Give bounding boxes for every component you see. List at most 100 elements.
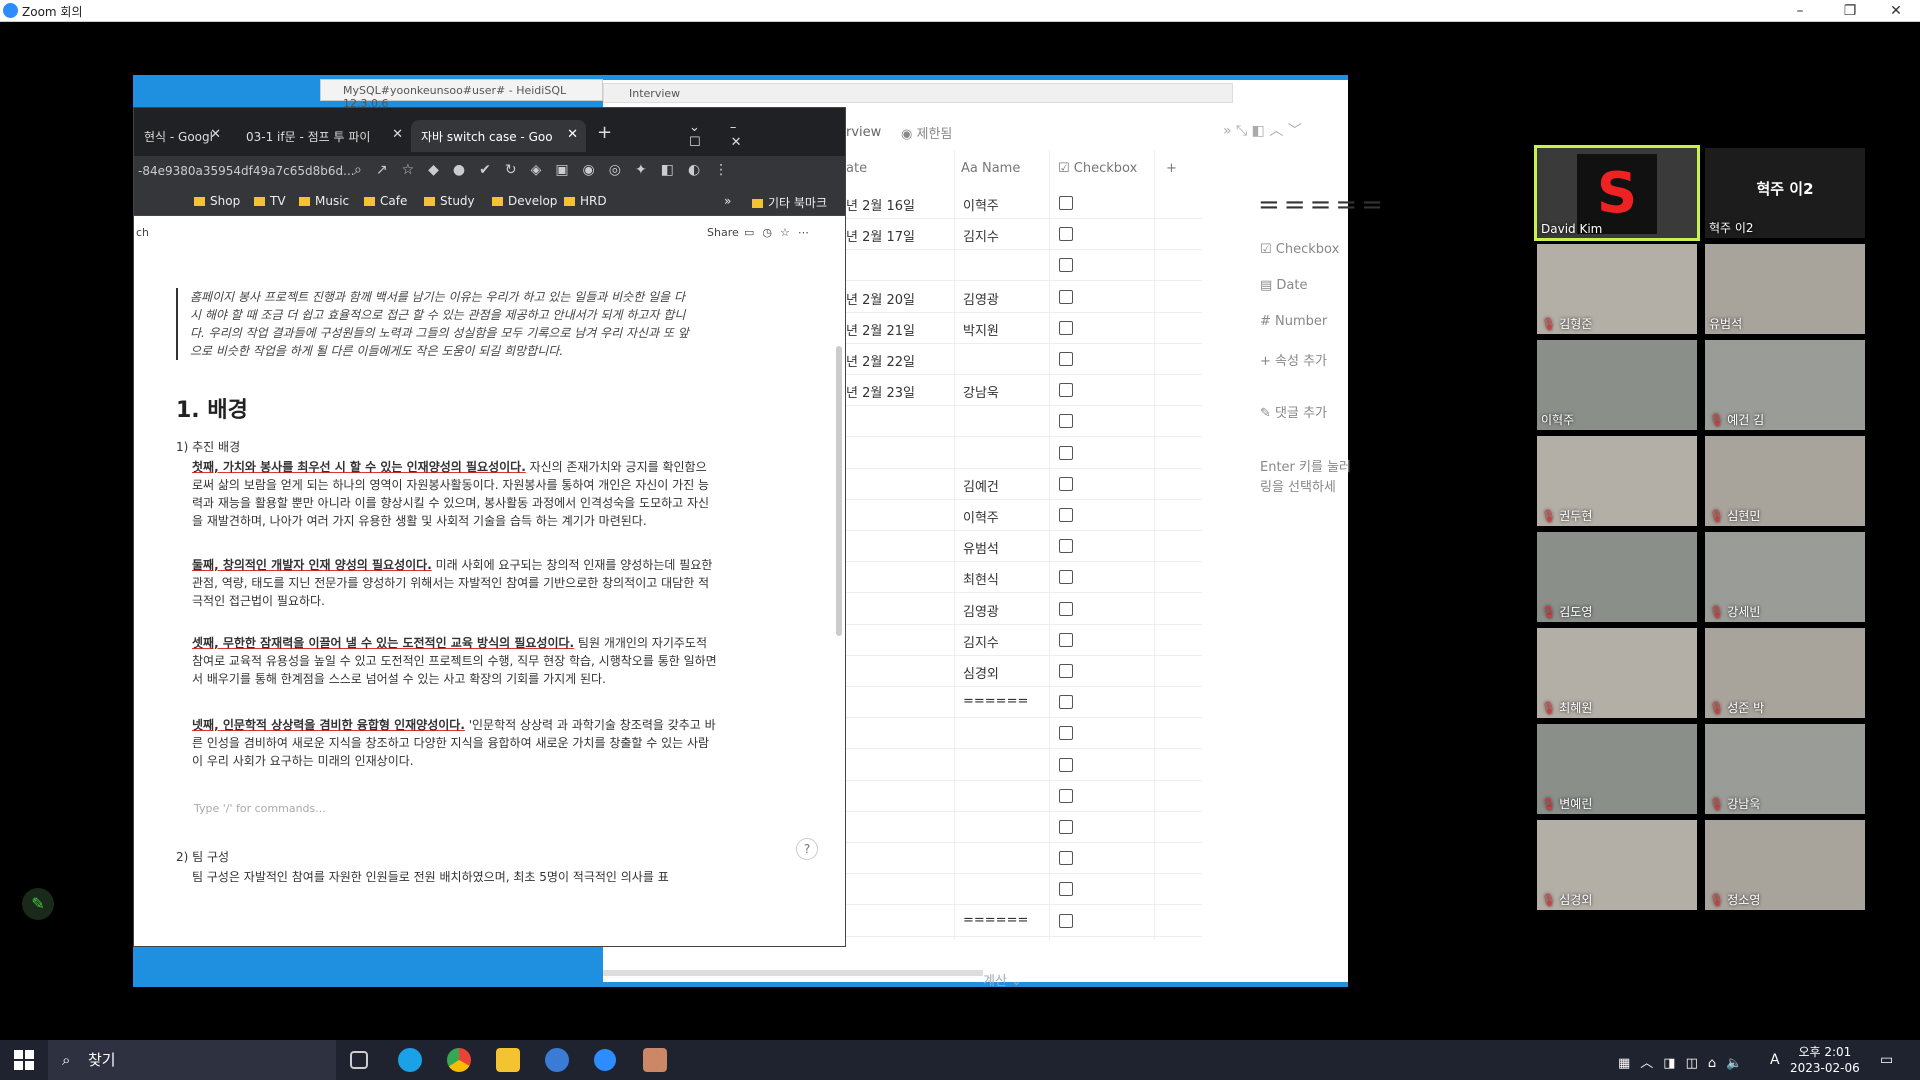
maximize-button[interactable]: ❐ [1830, 1, 1870, 21]
taskbar-search[interactable]: ⌕ 찾기 [48, 1040, 336, 1080]
property-number[interactable]: # Number [1260, 314, 1327, 329]
participant-tile[interactable]: 🎙︎ 예건 김 [1705, 340, 1865, 430]
add-property-button[interactable]: + 속성 추가 [1260, 350, 1327, 369]
cell-checkbox[interactable] [1059, 726, 1073, 741]
table-row[interactable]: 심경외 [846, 656, 1202, 687]
cell-checkbox[interactable] [1059, 913, 1073, 928]
participant-tile[interactable]: 🎙︎ 정소영 [1705, 820, 1865, 910]
table-row[interactable] [846, 781, 1202, 812]
cell-date[interactable]: 년 2월 20일 [846, 289, 915, 308]
window-controls[interactable]: ⌄–☐✕ [689, 120, 845, 150]
notification-icon[interactable]: ▭ [1880, 1052, 1893, 1068]
share-button[interactable]: Share [707, 226, 739, 239]
toolbar-icons[interactable]: ⌕↗☆◆●✔↻◈▣◉◎✦◧◐⋮ [354, 162, 742, 178]
cell-checkbox[interactable] [1059, 476, 1073, 491]
cell-checkbox[interactable] [1059, 258, 1073, 273]
task-view-icon[interactable] [350, 1051, 368, 1069]
participant-tile[interactable]: 🎙︎ 강세빈 [1705, 532, 1865, 622]
cell-date[interactable]: 년 2월 23일 [846, 382, 915, 401]
cell-checkbox[interactable] [1059, 383, 1073, 398]
property-checkbox[interactable]: ☑ Checkbox [1260, 242, 1339, 257]
tray-icons[interactable]: ▦︿◨◫⌂🔈 [1618, 1052, 1752, 1071]
tab-java-switch-case[interactable]: 자바 switch case - Goo ✕ [411, 120, 586, 152]
cell-checkbox[interactable] [1059, 196, 1073, 210]
system-clock[interactable]: 오후 2:01 2023-02-06 [1790, 1044, 1860, 1076]
cell-name[interactable]: 김예건 [963, 476, 999, 495]
table-row[interactable]: 최현식 [846, 562, 1202, 594]
command-input[interactable]: Type '/' for commands... [194, 802, 326, 815]
minimize-button[interactable]: – [1780, 1, 1820, 21]
cell-checkbox[interactable] [1059, 788, 1073, 803]
participant-tile[interactable]: 🎙︎ 권두현 [1537, 436, 1697, 526]
cell-name[interactable]: 심경외 [963, 663, 999, 682]
participant-tile[interactable]: 🎙︎ 변예린 [1537, 724, 1697, 814]
cell-checkbox[interactable] [1059, 445, 1073, 460]
cell-checkbox[interactable] [1059, 695, 1073, 710]
participant-tile[interactable]: 🎙︎ 김도영 [1537, 532, 1697, 622]
cell-checkbox[interactable] [1059, 757, 1073, 772]
col-header-name[interactable]: Aa Name [961, 150, 1020, 188]
cell-name[interactable]: 강남욱 [963, 382, 999, 401]
app-icon[interactable] [545, 1048, 569, 1072]
close-button[interactable]: ✕ [1876, 1, 1916, 21]
cell-name[interactable]: 이혁주 [963, 195, 999, 214]
table-row[interactable]: 년 2월 23일 강남욱 [846, 375, 1202, 407]
cell-name[interactable]: 유범석 [963, 538, 999, 557]
cell-checkbox[interactable] [1059, 352, 1073, 366]
heidisql-app-icon[interactable] [643, 1048, 667, 1072]
file-explorer-icon[interactable] [496, 1048, 520, 1072]
participant-tile[interactable]: S David Kim [1534, 145, 1700, 241]
cell-checkbox[interactable] [1059, 508, 1073, 522]
table-row[interactable]: 년 2월 22일 [846, 344, 1202, 375]
windows-start-icon[interactable] [14, 1050, 34, 1070]
table-row[interactable] [846, 843, 1202, 875]
expand-icon[interactable]: » ⤡ ◧ ︿ ﹀ [1223, 120, 1302, 140]
table-row[interactable]: ====== [846, 687, 1202, 719]
bookmark-other[interactable]: 기타 북마크 [752, 194, 827, 211]
table-row[interactable] [846, 718, 1202, 750]
table-row[interactable]: 김지수 [846, 625, 1202, 656]
bookmark-study[interactable]: Study [424, 194, 475, 208]
table-row[interactable]: ====== [846, 906, 1202, 937]
help-button[interactable]: ? [796, 838, 818, 860]
table-row[interactable]: 년 2월 21일 박지원 [846, 313, 1202, 344]
table-row[interactable] [846, 750, 1202, 781]
bookmark-music[interactable]: Music [299, 194, 349, 208]
cell-name[interactable]: 김지수 [963, 226, 999, 245]
participant-tile[interactable]: 🎙︎ 심현민 [1705, 436, 1865, 526]
participant-tile[interactable]: 혁주 이2 혁주 이2 [1705, 148, 1865, 238]
bookmark-hrd[interactable]: HRD [564, 194, 607, 208]
participant-tile[interactable]: 🎙︎ 강남욱 [1705, 724, 1865, 814]
cell-date[interactable]: 년 2월 22일 [846, 351, 915, 370]
table-row[interactable] [846, 874, 1202, 906]
participant-tile[interactable]: 이혁주 [1537, 340, 1697, 430]
view-tab[interactable]: rview [846, 125, 881, 140]
cell-checkbox[interactable] [1059, 882, 1073, 897]
participant-tile[interactable]: 유범석 [1705, 244, 1865, 334]
bookmark-cafe[interactable]: Cafe [364, 194, 407, 208]
cell-checkbox[interactable] [1059, 414, 1073, 429]
table-row[interactable] [846, 250, 1202, 282]
participant-tile[interactable]: 🎙︎ 성준 박 [1705, 628, 1865, 718]
cell-name[interactable]: 김지수 [963, 632, 999, 651]
table-row[interactable] [846, 812, 1202, 843]
add-column-button[interactable]: + [1166, 150, 1177, 188]
doc-toolbar-icons[interactable]: ▭◷☆⋯ [744, 226, 817, 239]
cell-checkbox[interactable] [1059, 320, 1073, 335]
bookmark-tv[interactable]: TV [254, 194, 286, 208]
cell-checkbox[interactable] [1059, 601, 1073, 616]
edge-icon[interactable] [398, 1048, 422, 1072]
cell-checkbox[interactable] [1059, 664, 1073, 678]
cell-name[interactable]: 김영광 [963, 289, 999, 308]
zoom-app-icon[interactable] [594, 1049, 616, 1071]
cell-checkbox[interactable] [1059, 820, 1073, 834]
col-header-date[interactable]: ate [846, 150, 867, 188]
tab-google-search[interactable]: 현식 - Googl ✕ [134, 120, 229, 152]
ime-indicator[interactable]: A [1770, 1052, 1780, 1068]
cell-name[interactable]: 최현식 [963, 569, 999, 588]
table-row[interactable]: 이혁주 [846, 500, 1202, 531]
bookmark-develop[interactable]: Develop [492, 194, 557, 208]
chrome-icon[interactable] [447, 1048, 471, 1072]
heidisql-window-tab[interactable]: MySQL#yoonkeunsoo#user# - HeidiSQL 12.3.… [320, 79, 603, 110]
participant-tile[interactable]: 🎙︎ 김형준 [1537, 244, 1697, 334]
